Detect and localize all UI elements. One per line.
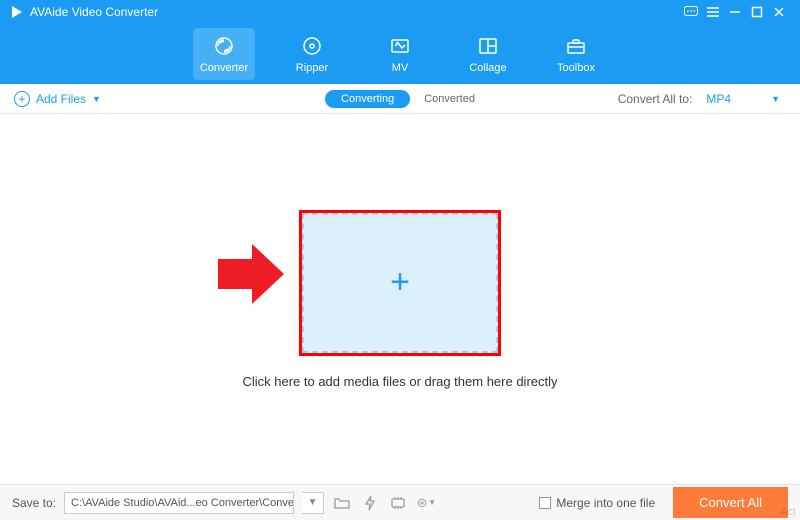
nav-label: Collage (469, 62, 506, 74)
add-files-button[interactable]: + Add Files ▼ (14, 91, 101, 107)
nav-mv[interactable]: MV (369, 28, 431, 80)
nav-toolbox[interactable]: Toolbox (545, 28, 607, 80)
titlebar: AVAide Video Converter (0, 0, 800, 24)
add-files-label: Add Files (36, 92, 86, 106)
settings-icon[interactable]: ▼ (416, 493, 436, 513)
workspace: + Click here to add media files or drag … (0, 114, 800, 484)
output-format-select[interactable]: MP4 ▼ (700, 90, 786, 108)
format-value: MP4 (706, 92, 731, 106)
feedback-icon[interactable] (680, 1, 702, 23)
app-title: AVAide Video Converter (30, 5, 158, 19)
nav-label: Toolbox (557, 62, 595, 74)
open-folder-icon[interactable] (332, 493, 352, 513)
toolbox-icon (564, 34, 588, 58)
gpu-icon[interactable] (388, 493, 408, 513)
mv-icon (388, 34, 412, 58)
subbar: + Add Files ▼ Converting Converted Conve… (0, 84, 800, 114)
save-to-label: Save to: (12, 496, 56, 510)
lightning-icon[interactable] (360, 493, 380, 513)
maximize-button[interactable] (746, 1, 768, 23)
tab-converted[interactable]: Converted (424, 93, 475, 105)
nav-label: MV (392, 62, 409, 74)
convert-all-to-label: Convert All to: (618, 92, 693, 106)
chevron-down-icon: ▼ (92, 94, 101, 104)
nav-label: Converter (200, 62, 248, 74)
convert-all-button[interactable]: Convert All (673, 487, 788, 518)
nav-collage[interactable]: Collage (457, 28, 519, 80)
nav-label: Ripper (296, 62, 328, 74)
save-path-field[interactable]: C:\AVAide Studio\AVAid...eo Converter\Co… (64, 492, 294, 514)
app-logo-icon (10, 5, 24, 19)
nav-converter[interactable]: Converter (193, 28, 255, 80)
dropzone-hint: Click here to add media files or drag th… (242, 374, 557, 389)
main-nav: Converter Ripper MV Collage Toolbox (0, 24, 800, 84)
ripper-icon (300, 34, 324, 58)
converter-icon (212, 34, 236, 58)
merge-label: Merge into one file (556, 496, 655, 510)
nav-ripper[interactable]: Ripper (281, 28, 343, 80)
close-button[interactable] (768, 1, 790, 23)
chevron-down-icon: ▼ (771, 94, 780, 104)
collage-icon (476, 34, 500, 58)
bottombar: Save to: C:\AVAide Studio\AVAid...eo Con… (0, 484, 800, 520)
save-path-dropdown[interactable]: ▼ (302, 492, 324, 514)
dropzone-highlight: + (299, 210, 501, 356)
plus-circle-icon: + (14, 91, 30, 107)
watermark-text: Act (780, 506, 796, 518)
tab-converting[interactable]: Converting (325, 90, 410, 108)
plus-icon: + (390, 263, 410, 302)
arrow-right-icon (218, 244, 288, 309)
menu-icon[interactable] (702, 1, 724, 23)
save-path-value: C:\AVAide Studio\AVAid...eo Converter\Co… (71, 497, 294, 509)
checkbox-icon (539, 497, 551, 509)
merge-checkbox[interactable]: Merge into one file (539, 496, 655, 510)
add-media-dropzone[interactable]: + (302, 213, 498, 353)
minimize-button[interactable] (724, 1, 746, 23)
